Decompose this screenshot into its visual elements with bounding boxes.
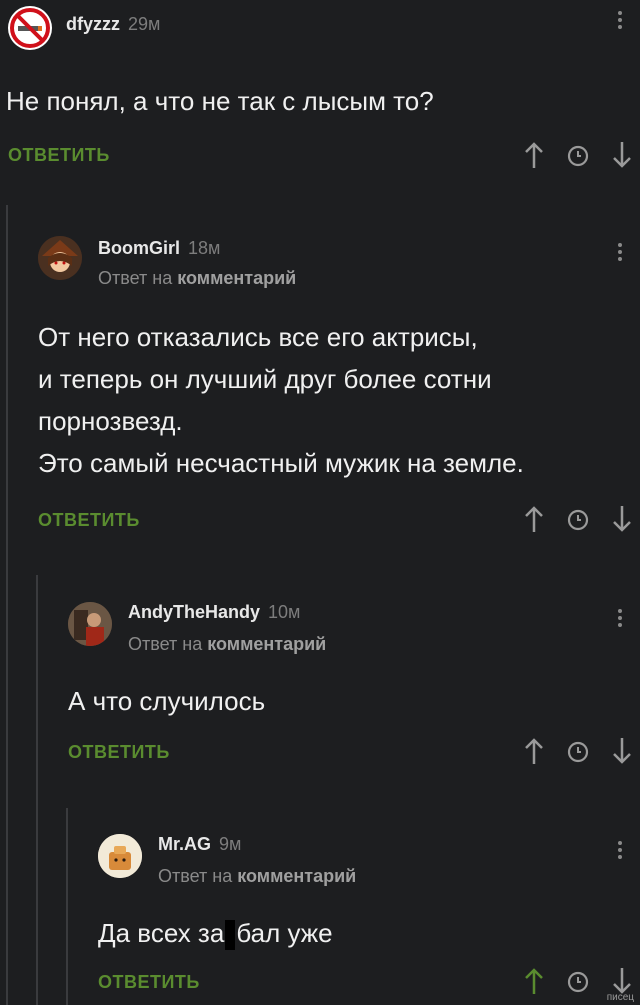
reply-to-info: Ответ на комментарий — [158, 866, 357, 886]
reply-button[interactable]: ОТВЕТИТЬ — [68, 742, 170, 763]
thread-line-1 — [6, 205, 8, 1005]
username[interactable]: Mr.AG 9м — [158, 834, 241, 855]
username[interactable]: BoomGirl 18м — [98, 238, 220, 259]
upvote-arrow-icon[interactable] — [522, 504, 546, 534]
reply-button[interactable]: ОТВЕТИТЬ — [8, 145, 110, 166]
reply-to-info: Ответ на комментарий — [128, 634, 327, 654]
more-menu-icon[interactable] — [616, 606, 624, 636]
avatar[interactable] — [38, 236, 82, 280]
avatar[interactable] — [68, 602, 112, 646]
comment-text: От него отказались все его актрисы, и те… — [38, 322, 524, 478]
more-menu-icon[interactable] — [616, 8, 624, 38]
timestamp: 29м — [128, 14, 161, 34]
downvote-arrow-icon[interactable] — [610, 140, 634, 170]
reply-button[interactable]: ОТВЕТИТЬ — [98, 972, 200, 993]
watermark: писец — [606, 992, 634, 1003]
username[interactable]: AndyTheHandy 10м — [128, 602, 300, 623]
reply-button[interactable]: ОТВЕТИТЬ — [38, 510, 140, 531]
toast-avatar — [98, 834, 142, 878]
more-menu-icon[interactable] — [616, 838, 624, 868]
downvote-arrow-icon[interactable] — [610, 504, 634, 534]
timestamp: 10м — [268, 602, 301, 622]
upvote-arrow-icon[interactable] — [522, 140, 546, 170]
reply-to-link[interactable]: комментарий — [237, 866, 356, 886]
thread-line-3 — [66, 808, 68, 1005]
clock-icon[interactable] — [566, 736, 590, 766]
upvote-arrow-icon[interactable] — [522, 966, 546, 996]
comment-text: А что случилось — [68, 686, 266, 716]
censor-bar — [225, 920, 236, 951]
reply-to-link[interactable]: комментарий — [207, 634, 326, 654]
photo-avatar — [68, 602, 112, 646]
clock-icon[interactable] — [566, 504, 590, 534]
no-smoking-icon — [10, 8, 50, 48]
comment-text: Да всех за бал уже — [98, 912, 333, 954]
clock-icon[interactable] — [566, 966, 590, 996]
clock-icon[interactable] — [566, 140, 590, 170]
avatar[interactable] — [8, 6, 52, 50]
username[interactable]: dfyzzz 29м — [66, 14, 160, 35]
more-menu-icon[interactable] — [616, 240, 624, 270]
thread-line-2 — [36, 575, 38, 1005]
upvote-arrow-icon[interactable] — [522, 736, 546, 766]
avatar[interactable] — [98, 834, 142, 878]
comment-text: Не понял, а что не так с лысым то? — [6, 86, 434, 116]
anime-girl-avatar — [38, 236, 82, 280]
timestamp: 9м — [219, 834, 242, 854]
reply-to-info: Ответ на комментарий — [98, 268, 297, 288]
timestamp: 18м — [188, 238, 221, 258]
reply-to-link[interactable]: комментарий — [177, 268, 296, 288]
downvote-arrow-icon[interactable] — [610, 736, 634, 766]
